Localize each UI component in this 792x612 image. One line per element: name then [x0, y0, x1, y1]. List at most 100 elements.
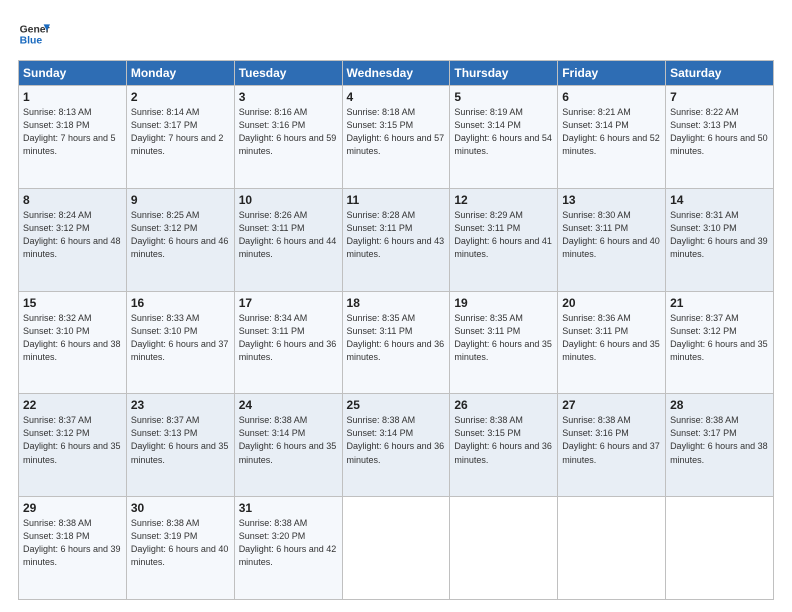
col-header-sunday: Sunday	[19, 61, 127, 86]
calendar-cell: 18Sunrise: 8:35 AMSunset: 3:11 PMDayligh…	[342, 291, 450, 394]
cell-details: Sunrise: 8:22 AMSunset: 3:13 PMDaylight:…	[670, 106, 769, 158]
calendar-cell: 8 Sunrise: 8:24 AMSunset: 3:12 PMDaylight…	[19, 188, 127, 291]
calendar-cell: 31 Sunrise: 8:38 AMSunset: 3:20 PMDayligh…	[234, 497, 342, 600]
calendar-cell: 26Sunrise: 8:38 AMSunset: 3:15 PMDayligh…	[450, 394, 558, 497]
calendar-cell: 29 Sunrise: 8:38 AMSunset: 3:18 PMDayligh…	[19, 497, 127, 600]
cell-details: Sunrise: 8:38 AMSunset: 3:14 PMDaylight:…	[347, 414, 446, 466]
calendar-cell	[558, 497, 666, 600]
calendar-table: SundayMondayTuesdayWednesdayThursdayFrid…	[18, 60, 774, 600]
calendar-cell: 15 Sunrise: 8:32 AMSunset: 3:10 PMDayligh…	[19, 291, 127, 394]
day-number: 9	[131, 193, 230, 207]
calendar-cell: 28 Sunrise: 8:38 AMSunset: 3:17 PMDayligh…	[666, 394, 774, 497]
cell-details: Sunrise: 8:35 AMSunset: 3:11 PMDaylight:…	[454, 312, 553, 364]
calendar-week-row: 1 Sunrise: 8:13 AMSunset: 3:18 PMDaylight…	[19, 86, 774, 189]
cell-details: Sunrise: 8:16 AMSunset: 3:16 PMDaylight:…	[239, 106, 338, 158]
calendar-cell: 16 Sunrise: 8:33 AMSunset: 3:10 PMDayligh…	[126, 291, 234, 394]
day-number: 11	[347, 193, 446, 207]
day-number: 25	[347, 398, 446, 412]
day-number: 21	[670, 296, 769, 310]
calendar-week-row: 8 Sunrise: 8:24 AMSunset: 3:12 PMDaylight…	[19, 188, 774, 291]
day-number: 12	[454, 193, 553, 207]
logo: General Blue	[18, 18, 50, 50]
calendar-cell: 23 Sunrise: 8:37 AMSunset: 3:13 PMDayligh…	[126, 394, 234, 497]
calendar-cell: 24 Sunrise: 8:38 AMSunset: 3:14 PMDayligh…	[234, 394, 342, 497]
day-number: 3	[239, 90, 338, 104]
calendar-cell: 9 Sunrise: 8:25 AMSunset: 3:12 PMDaylight…	[126, 188, 234, 291]
day-number: 4	[347, 90, 446, 104]
calendar-cell: 30Sunrise: 8:38 AMSunset: 3:19 PMDayligh…	[126, 497, 234, 600]
day-number: 19	[454, 296, 553, 310]
day-number: 6	[562, 90, 661, 104]
calendar-cell: 14 Sunrise: 8:31 AMSunset: 3:10 PMDayligh…	[666, 188, 774, 291]
svg-text:Blue: Blue	[20, 36, 43, 47]
day-number: 2	[131, 90, 230, 104]
cell-details: Sunrise: 8:38 AMSunset: 3:20 PMDaylight:…	[239, 517, 338, 569]
logo-icon: General Blue	[18, 18, 50, 50]
calendar-cell	[450, 497, 558, 600]
cell-details: Sunrise: 8:21 AMSunset: 3:14 PMDaylight:…	[562, 106, 661, 158]
cell-details: Sunrise: 8:19 AMSunset: 3:14 PMDaylight:…	[454, 106, 553, 158]
day-number: 15	[23, 296, 122, 310]
cell-details: Sunrise: 8:38 AMSunset: 3:14 PMDaylight:…	[239, 414, 338, 466]
calendar-cell: 5 Sunrise: 8:19 AMSunset: 3:14 PMDaylight…	[450, 86, 558, 189]
cell-details: Sunrise: 8:25 AMSunset: 3:12 PMDaylight:…	[131, 209, 230, 261]
cell-details: Sunrise: 8:32 AMSunset: 3:10 PMDaylight:…	[23, 312, 122, 364]
day-number: 20	[562, 296, 661, 310]
calendar-week-row: 22 Sunrise: 8:37 AMSunset: 3:12 PMDayligh…	[19, 394, 774, 497]
day-number: 13	[562, 193, 661, 207]
day-number: 29	[23, 501, 122, 515]
cell-details: Sunrise: 8:26 AMSunset: 3:11 PMDaylight:…	[239, 209, 338, 261]
calendar-cell	[666, 497, 774, 600]
calendar-cell: 12 Sunrise: 8:29 AMSunset: 3:11 PMDayligh…	[450, 188, 558, 291]
calendar-cell: 7Sunrise: 8:22 AMSunset: 3:13 PMDaylight…	[666, 86, 774, 189]
day-number: 16	[131, 296, 230, 310]
day-number: 24	[239, 398, 338, 412]
calendar-week-row: 29 Sunrise: 8:38 AMSunset: 3:18 PMDayligh…	[19, 497, 774, 600]
cell-details: Sunrise: 8:34 AMSunset: 3:11 PMDaylight:…	[239, 312, 338, 364]
cell-details: Sunrise: 8:37 AMSunset: 3:13 PMDaylight:…	[131, 414, 230, 466]
day-number: 14	[670, 193, 769, 207]
day-number: 28	[670, 398, 769, 412]
day-number: 31	[239, 501, 338, 515]
cell-details: Sunrise: 8:14 AMSunset: 3:17 PMDaylight:…	[131, 106, 230, 158]
calendar-week-row: 15 Sunrise: 8:32 AMSunset: 3:10 PMDayligh…	[19, 291, 774, 394]
cell-details: Sunrise: 8:36 AMSunset: 3:11 PMDaylight:…	[562, 312, 661, 364]
calendar-cell: 4 Sunrise: 8:18 AMSunset: 3:15 PMDaylight…	[342, 86, 450, 189]
calendar-cell: 3 Sunrise: 8:16 AMSunset: 3:16 PMDaylight…	[234, 86, 342, 189]
cell-details: Sunrise: 8:38 AMSunset: 3:18 PMDaylight:…	[23, 517, 122, 569]
cell-details: Sunrise: 8:13 AMSunset: 3:18 PMDaylight:…	[23, 106, 122, 158]
cell-details: Sunrise: 8:24 AMSunset: 3:12 PMDaylight:…	[23, 209, 122, 261]
col-header-thursday: Thursday	[450, 61, 558, 86]
calendar-cell: 2 Sunrise: 8:14 AMSunset: 3:17 PMDaylight…	[126, 86, 234, 189]
calendar-cell: 6 Sunrise: 8:21 AMSunset: 3:14 PMDaylight…	[558, 86, 666, 189]
calendar-header-row: SundayMondayTuesdayWednesdayThursdayFrid…	[19, 61, 774, 86]
cell-details: Sunrise: 8:38 AMSunset: 3:17 PMDaylight:…	[670, 414, 769, 466]
calendar-cell: 1 Sunrise: 8:13 AMSunset: 3:18 PMDaylight…	[19, 86, 127, 189]
calendar-cell: 13 Sunrise: 8:30 AMSunset: 3:11 PMDayligh…	[558, 188, 666, 291]
day-number: 26	[454, 398, 553, 412]
day-number: 8	[23, 193, 122, 207]
cell-details: Sunrise: 8:28 AMSunset: 3:11 PMDaylight:…	[347, 209, 446, 261]
day-number: 1	[23, 90, 122, 104]
calendar-cell: 25 Sunrise: 8:38 AMSunset: 3:14 PMDayligh…	[342, 394, 450, 497]
calendar-cell: 20 Sunrise: 8:36 AMSunset: 3:11 PMDayligh…	[558, 291, 666, 394]
col-header-wednesday: Wednesday	[342, 61, 450, 86]
cell-details: Sunrise: 8:33 AMSunset: 3:10 PMDaylight:…	[131, 312, 230, 364]
day-number: 18	[347, 296, 446, 310]
col-header-monday: Monday	[126, 61, 234, 86]
day-number: 17	[239, 296, 338, 310]
calendar-cell: 21Sunrise: 8:37 AMSunset: 3:12 PMDayligh…	[666, 291, 774, 394]
cell-details: Sunrise: 8:29 AMSunset: 3:11 PMDaylight:…	[454, 209, 553, 261]
day-number: 22	[23, 398, 122, 412]
cell-details: Sunrise: 8:18 AMSunset: 3:15 PMDaylight:…	[347, 106, 446, 158]
day-number: 23	[131, 398, 230, 412]
col-header-saturday: Saturday	[666, 61, 774, 86]
calendar-cell: 11 Sunrise: 8:28 AMSunset: 3:11 PMDayligh…	[342, 188, 450, 291]
page-header: General Blue	[18, 18, 774, 50]
day-number: 27	[562, 398, 661, 412]
cell-details: Sunrise: 8:37 AMSunset: 3:12 PMDaylight:…	[23, 414, 122, 466]
day-number: 5	[454, 90, 553, 104]
cell-details: Sunrise: 8:31 AMSunset: 3:10 PMDaylight:…	[670, 209, 769, 261]
cell-details: Sunrise: 8:30 AMSunset: 3:11 PMDaylight:…	[562, 209, 661, 261]
day-number: 30	[131, 501, 230, 515]
